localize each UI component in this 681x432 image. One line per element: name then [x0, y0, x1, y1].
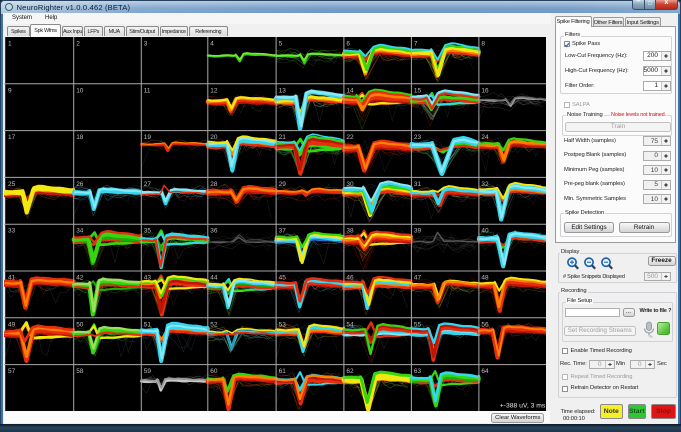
- svg-text:5: 5: [279, 40, 283, 47]
- svg-text:2: 2: [77, 40, 81, 47]
- svg-text:19: 19: [144, 134, 152, 141]
- svg-text:49: 49: [8, 321, 16, 328]
- svg-text:11: 11: [144, 87, 151, 94]
- svg-text:28: 28: [211, 180, 219, 187]
- svg-text:7: 7: [414, 40, 418, 47]
- svg-text:30: 30: [347, 180, 355, 187]
- svg-text:33: 33: [8, 227, 16, 234]
- svg-text:61: 61: [279, 368, 287, 375]
- svg-text:12: 12: [211, 87, 219, 94]
- svg-text:29: 29: [279, 180, 287, 187]
- svg-text:44: 44: [211, 274, 219, 281]
- svg-text:17: 17: [8, 134, 16, 141]
- svg-text:13: 13: [279, 87, 287, 94]
- svg-text:34: 34: [77, 227, 85, 234]
- svg-text:50: 50: [77, 321, 85, 328]
- svg-text:52: 52: [211, 321, 219, 328]
- svg-text:62: 62: [347, 368, 355, 375]
- svg-text:47: 47: [414, 274, 422, 281]
- svg-text:31: 31: [414, 180, 422, 187]
- svg-text:22: 22: [347, 134, 355, 141]
- svg-text:45: 45: [279, 274, 287, 281]
- svg-text:53: 53: [279, 321, 287, 328]
- svg-text:26: 26: [77, 180, 85, 187]
- svg-text:35: 35: [144, 227, 152, 234]
- svg-text:32: 32: [482, 180, 490, 187]
- svg-text:60: 60: [211, 368, 219, 375]
- svg-text:14: 14: [347, 87, 355, 94]
- svg-text:16: 16: [482, 87, 490, 94]
- svg-text:3: 3: [144, 40, 148, 47]
- svg-text:63: 63: [414, 368, 422, 375]
- svg-text:15: 15: [414, 87, 422, 94]
- svg-text:10: 10: [77, 87, 85, 94]
- svg-text:57: 57: [8, 368, 16, 375]
- svg-text:37: 37: [279, 227, 287, 234]
- svg-text:18: 18: [77, 134, 85, 141]
- svg-text:59: 59: [144, 368, 152, 375]
- svg-text:39: 39: [414, 227, 422, 234]
- svg-text:46: 46: [347, 274, 355, 281]
- svg-text:64: 64: [482, 368, 490, 375]
- svg-text:36: 36: [211, 227, 219, 234]
- svg-text:56: 56: [482, 321, 490, 328]
- svg-text:25: 25: [8, 180, 16, 187]
- svg-text:23: 23: [414, 134, 422, 141]
- svg-text:42: 42: [77, 274, 85, 281]
- svg-text:51: 51: [144, 321, 152, 328]
- svg-text:+-388 uV, 3 ms: +-388 uV, 3 ms: [500, 402, 546, 409]
- svg-text:41: 41: [8, 274, 16, 281]
- svg-text:21: 21: [279, 134, 287, 141]
- svg-text:40: 40: [482, 227, 490, 234]
- svg-text:48: 48: [482, 274, 490, 281]
- svg-text:54: 54: [347, 321, 355, 328]
- svg-text:38: 38: [347, 227, 355, 234]
- svg-text:1: 1: [8, 40, 12, 47]
- svg-text:55: 55: [414, 321, 422, 328]
- svg-text:27: 27: [144, 180, 152, 187]
- svg-text:4: 4: [211, 40, 215, 47]
- svg-text:6: 6: [347, 40, 351, 47]
- svg-text:24: 24: [482, 134, 490, 141]
- svg-text:8: 8: [482, 40, 486, 47]
- svg-text:43: 43: [144, 274, 152, 281]
- svg-text:20: 20: [211, 134, 219, 141]
- svg-text:9: 9: [8, 87, 12, 94]
- svg-text:58: 58: [77, 368, 85, 375]
